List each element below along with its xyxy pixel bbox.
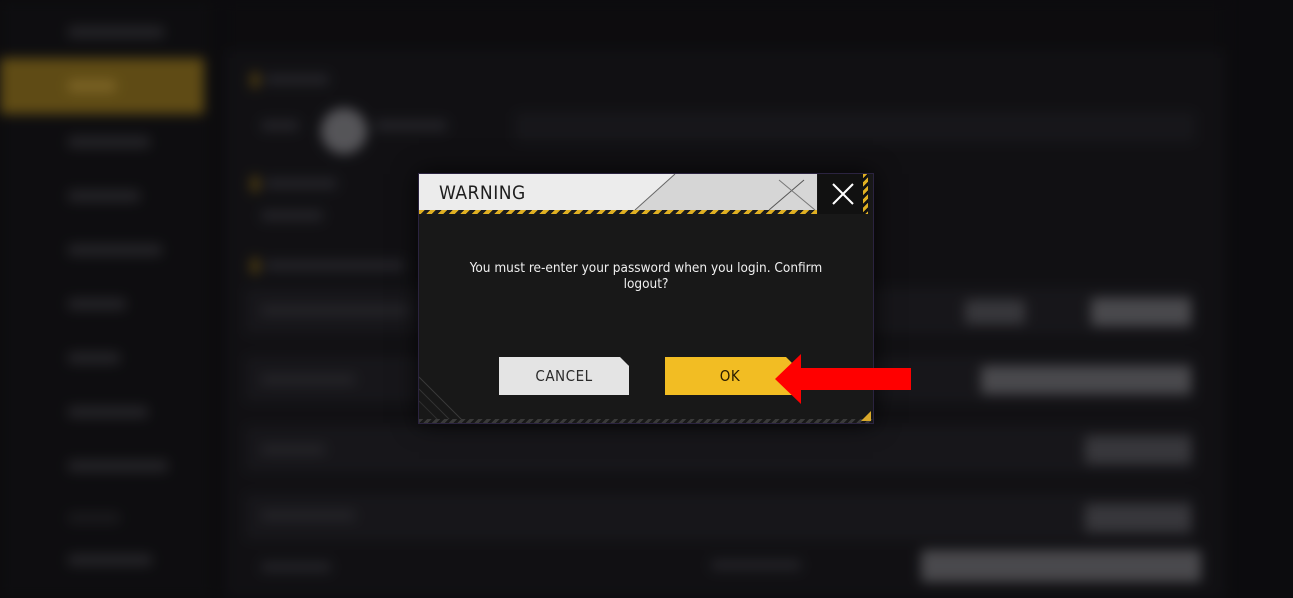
corner-decoration (419, 376, 466, 423)
header-decoration (634, 174, 817, 211)
cancel-button[interactable]: CANCEL (499, 357, 629, 395)
dialog-title: WARNING (439, 182, 526, 204)
dialog-message: You must re-enter your password when you… (469, 260, 823, 292)
dialog-header: WARNING (419, 174, 817, 214)
close-button[interactable] (818, 174, 868, 214)
close-icon (832, 183, 854, 205)
left-arrow-icon (775, 354, 911, 404)
